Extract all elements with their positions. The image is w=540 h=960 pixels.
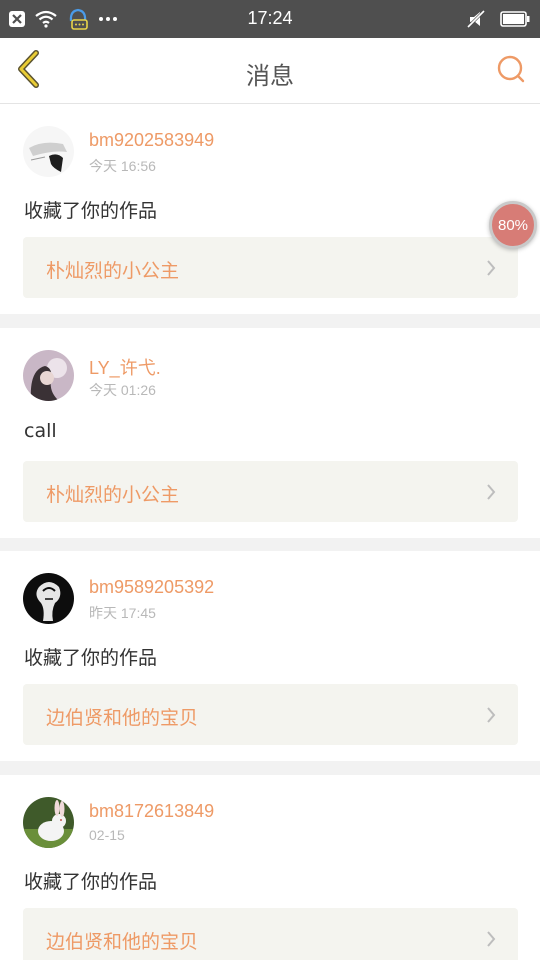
message-username[interactable]: LY_许弋.	[89, 354, 161, 380]
page-title: 消息	[246, 62, 294, 90]
chevron-right-icon	[486, 259, 496, 281]
search-icon	[496, 54, 526, 88]
search-button[interactable]	[494, 54, 528, 88]
chevron-right-icon	[486, 930, 496, 952]
work-title: 边伯贤和他的宝贝	[46, 931, 199, 953]
message-text: 收藏了你的作品	[24, 200, 158, 222]
work-title: 朴灿烈的小公主	[46, 484, 180, 506]
work-link[interactable]: 朴灿烈的小公主	[23, 461, 518, 522]
message-item[interactable]: LY_许弋. 今天 01:26 call 朴灿烈的小公主	[0, 328, 540, 538]
message-username[interactable]: bm9589205392	[89, 577, 214, 598]
status-right-icons	[466, 7, 530, 31]
status-time: 17:24	[247, 8, 293, 28]
message-time: 今天 16:56	[89, 158, 156, 174]
message-item[interactable]: bm9202583949 今天 16:56 收藏了你的作品 朴灿烈的小公主	[0, 104, 540, 314]
message-text: call	[24, 420, 57, 442]
battery-icon	[500, 11, 530, 27]
message-text: 收藏了你的作品	[24, 871, 158, 893]
app-header: 消息	[0, 38, 540, 104]
avatar[interactable]	[23, 797, 74, 848]
message-time: 昨天 17:45	[89, 605, 156, 621]
avatar[interactable]	[23, 573, 74, 624]
message-time: 02-15	[89, 827, 125, 843]
chevron-right-icon	[486, 706, 496, 728]
work-title: 边伯贤和他的宝贝	[46, 707, 199, 729]
mute-icon	[466, 9, 486, 29]
work-link[interactable]: 边伯贤和他的宝贝	[23, 908, 518, 960]
message-item[interactable]: bm8172613849 02-15 收藏了你的作品 边伯贤和他的宝贝	[0, 775, 540, 960]
message-username[interactable]: bm8172613849	[89, 801, 214, 822]
avatar[interactable]	[23, 350, 74, 401]
message-username[interactable]: bm9202583949	[89, 130, 214, 151]
floating-badge-label: 80%	[497, 216, 529, 234]
avatar[interactable]	[23, 126, 74, 177]
message-time: 今天 01:26	[89, 382, 156, 398]
chevron-right-icon	[486, 483, 496, 505]
status-bar: 17:24	[0, 0, 540, 38]
floating-speed-badge[interactable]: 80%	[489, 201, 537, 249]
message-item[interactable]: bm9589205392 昨天 17:45 收藏了你的作品 边伯贤和他的宝贝	[0, 551, 540, 761]
work-link[interactable]: 朴灿烈的小公主	[23, 237, 518, 298]
work-title: 朴灿烈的小公主	[46, 260, 180, 282]
work-link[interactable]: 边伯贤和他的宝贝	[23, 684, 518, 745]
message-text: 收藏了你的作品	[24, 647, 158, 669]
